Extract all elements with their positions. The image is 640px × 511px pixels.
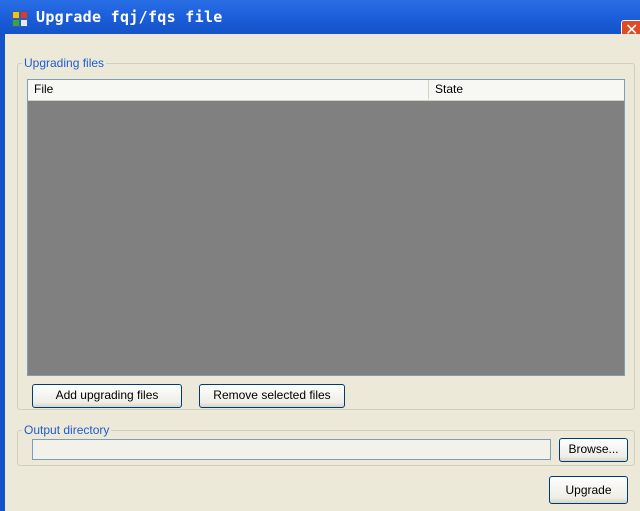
browse-button[interactable]: Browse... — [559, 438, 628, 462]
column-header-state[interactable]: State — [429, 80, 624, 99]
remove-selected-files-button[interactable]: Remove selected files — [199, 384, 345, 408]
list-header: File State — [28, 80, 624, 101]
title-bar[interactable]: Upgrade fqj/fqs file — [0, 0, 640, 34]
output-directory-label: Output directory — [22, 422, 112, 438]
app-window-icon — [12, 11, 28, 27]
upgrade-button[interactable]: Upgrade — [549, 476, 628, 504]
window-title: Upgrade fqj/fqs file — [36, 8, 223, 26]
column-header-file[interactable]: File — [28, 80, 429, 99]
output-directory-input[interactable] — [32, 439, 551, 460]
upgrading-files-list[interactable]: File State — [27, 79, 625, 376]
add-upgrading-files-button[interactable]: Add upgrading files — [32, 384, 182, 408]
upgrade-dialog: Upgrade fqj/fqs file ✕ Upgrading files F… — [0, 0, 640, 511]
upgrading-files-label: Upgrading files — [22, 55, 107, 71]
